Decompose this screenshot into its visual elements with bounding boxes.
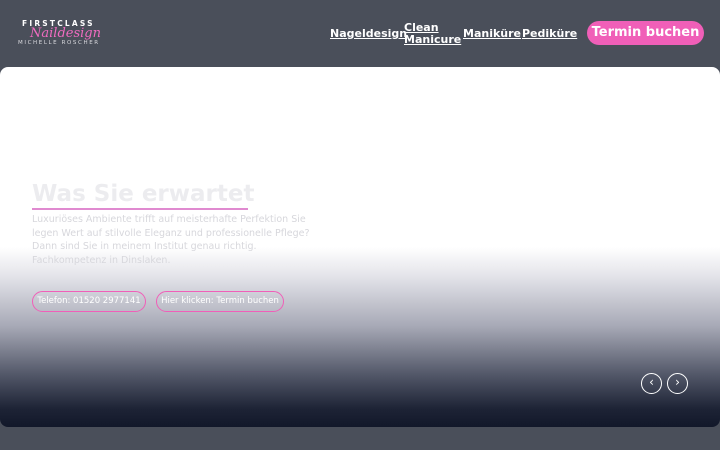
nav-link-manikuere[interactable]: Maniküre <box>463 28 521 40</box>
hero-slider: Was Sie erwartet Luxuriöses Ambiente tri… <box>0 67 720 427</box>
hero-title: Was Sie erwartet <box>32 181 255 207</box>
hero-paragraph: Fachkompetenz in Dinslaken. <box>32 254 171 266</box>
logo-naildesign: Naildesign <box>30 26 101 41</box>
booking-link-button[interactable]: Hier klicken: Termin buchen <box>156 291 284 312</box>
logo-owner-name: MICHELLE ROSCHER <box>18 40 100 46</box>
logo[interactable]: FIRSTCLASS Naildesign MICHELLE ROSCHER <box>18 19 104 49</box>
nav-link-pedikuere[interactable]: Pediküre <box>522 28 577 40</box>
site-header: FIRSTCLASS Naildesign MICHELLE ROSCHER N… <box>0 0 720 67</box>
title-underline <box>32 208 248 210</box>
hero-paragraph: Dann sind Sie in meinem Institut genau r… <box>32 241 257 252</box>
book-appointment-button[interactable]: Termin buchen <box>587 21 704 45</box>
hero-description: Luxuriöses Ambiente trifft auf meisterha… <box>32 213 332 267</box>
phone-button[interactable]: Telefon: 01520 2977141 <box>32 291 146 312</box>
nav-link-nageldesign[interactable]: Nageldesign <box>330 28 407 40</box>
chevron-right-icon[interactable]: › <box>667 373 688 394</box>
chevron-left-icon[interactable]: ‹ <box>641 373 662 394</box>
nav-link-clean-manicure[interactable]: Clean Manicure <box>404 22 461 46</box>
hero-paragraph: Luxuriöses Ambiente trifft auf meisterha… <box>32 214 310 239</box>
